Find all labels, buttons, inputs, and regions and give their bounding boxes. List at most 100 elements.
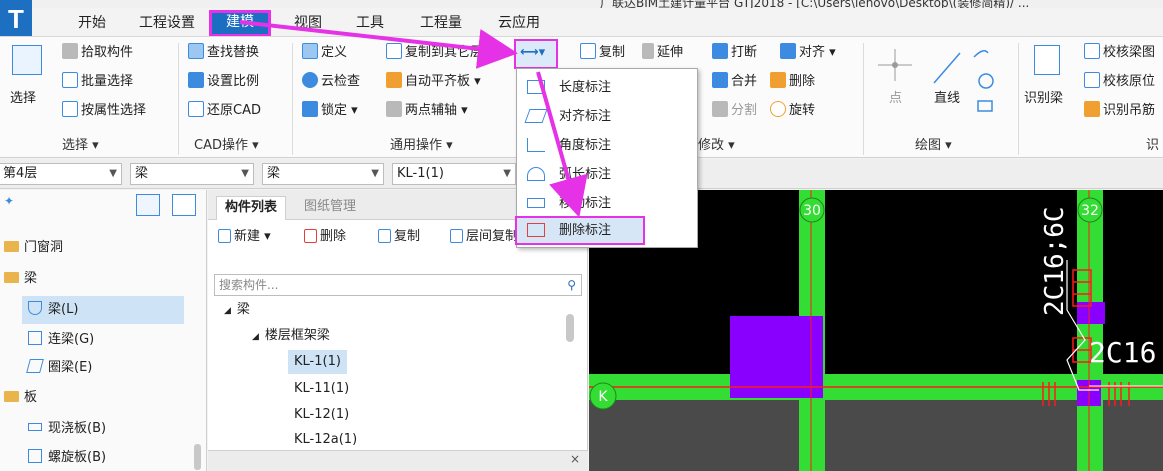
tree-item-slab[interactable]: 板 bbox=[0, 384, 207, 412]
search-icon[interactable]: ⚲ bbox=[567, 275, 576, 295]
app-logo[interactable]: T bbox=[0, 0, 32, 40]
menu-tab-start[interactable]: 开始 bbox=[72, 11, 112, 35]
restore-cad-button[interactable]: 还原CAD bbox=[188, 99, 261, 123]
cloud-check-button[interactable]: 云检查 bbox=[302, 70, 360, 94]
pick-component-button[interactable]: 拾取构件 bbox=[62, 41, 133, 65]
floor-area bbox=[589, 400, 1163, 471]
align-slab-icon bbox=[386, 72, 402, 88]
title-bar: 广联达BIM土建计量平台 GTJ2018 - [C:\Users\lenovo\… bbox=[0, 0, 1163, 8]
define-button[interactable]: 定义 bbox=[302, 41, 347, 65]
component-item[interactable]: KL-1(1) bbox=[288, 350, 347, 374]
delete-button[interactable]: 删除 bbox=[770, 70, 815, 94]
hanger-icon bbox=[1084, 101, 1100, 117]
tree-item-spiral-slab[interactable]: 螺旋板(B) bbox=[28, 444, 188, 471]
menu-tab-project-settings[interactable]: 工程设置 bbox=[132, 11, 202, 35]
split-button[interactable]: 分割 bbox=[712, 99, 757, 123]
recognize-group-label[interactable]: 识 bbox=[1146, 134, 1159, 153]
cad-group-label[interactable]: CAD操作 ▾ bbox=[194, 134, 259, 153]
floor-select[interactable]: 第4层 ▼ bbox=[0, 163, 122, 185]
find-replace-button[interactable]: 查找替换 bbox=[188, 41, 259, 65]
ribbon-separator bbox=[863, 43, 864, 155]
search-input[interactable]: 搜索构件... ⚲ bbox=[214, 274, 582, 296]
recognize-hanger-button[interactable]: 识别吊筋 bbox=[1084, 99, 1155, 123]
component-type-tree: ✦ 门窗洞 梁 梁(L) 连梁(G) 圈梁(E) 板 现浇板(B) 螺旋板(B) bbox=[0, 190, 207, 471]
find-replace-icon bbox=[188, 43, 204, 59]
pin-icon[interactable]: ✦ bbox=[4, 194, 14, 208]
menu-tab-tools[interactable]: 工具 bbox=[350, 11, 390, 35]
menu-tab-cloud[interactable]: 云应用 bbox=[491, 11, 547, 35]
menu-tab-quantities[interactable]: 工程量 bbox=[413, 11, 469, 35]
collapse-icon[interactable]: ◢ bbox=[224, 306, 231, 316]
property-panel-header: × bbox=[208, 450, 588, 471]
list-view-icon[interactable] bbox=[136, 194, 160, 216]
batch-select-button[interactable]: 批量选择 bbox=[62, 70, 133, 94]
cast-slab-icon bbox=[28, 423, 42, 431]
collapse-icon[interactable]: ◢ bbox=[252, 332, 259, 342]
menu-item-angle-dimension[interactable]: 角度标注 bbox=[517, 131, 697, 160]
menu-item-length-dimension[interactable]: 长度标注 bbox=[517, 73, 697, 102]
common-group-label[interactable]: 通用操作 ▾ bbox=[390, 134, 453, 153]
auto-align-slab-button[interactable]: 自动平齐板 ▾ bbox=[386, 70, 481, 94]
component-list-scrollbar[interactable] bbox=[566, 314, 574, 342]
check-in-situ-button[interactable]: 校核原位 bbox=[1084, 70, 1155, 94]
point-button[interactable]: 点 bbox=[889, 87, 902, 111]
delete-component-button[interactable]: 删除 bbox=[304, 226, 346, 248]
copy-to-other-floor-button[interactable]: 复制到其它层 ▾ bbox=[386, 41, 494, 65]
tree-scrollbar[interactable] bbox=[194, 444, 201, 470]
check-beam-drawing-button[interactable]: 校核梁图 bbox=[1084, 41, 1155, 65]
component-item[interactable]: KL-12(1) bbox=[294, 403, 349, 427]
select-group-label[interactable]: 选择 ▾ bbox=[62, 134, 99, 153]
menu-item-aligned-dimension[interactable]: 对齐标注 bbox=[517, 102, 697, 131]
recognize-beam-button[interactable]: 识别梁 bbox=[1024, 87, 1063, 111]
lock-button[interactable]: 锁定 ▾ bbox=[302, 99, 358, 123]
category-select[interactable]: 梁 ▼ bbox=[130, 163, 254, 185]
close-icon[interactable]: × bbox=[570, 452, 580, 466]
line-button[interactable]: 直线 bbox=[934, 87, 960, 111]
menu-tab-modeling[interactable]: 建模 bbox=[209, 10, 271, 37]
copy-component-button[interactable]: 复制 bbox=[378, 226, 420, 248]
modify-group-label[interactable]: 修改 ▾ bbox=[698, 134, 735, 153]
select-by-attribute-button[interactable]: 按属性选择 bbox=[62, 99, 146, 123]
extend-button[interactable]: 延伸 bbox=[642, 41, 683, 65]
component-tree-root[interactable]: ◢ 梁 bbox=[224, 298, 250, 322]
delete-icon bbox=[770, 72, 786, 88]
menu-item-delete-dimension[interactable]: 删除标注 bbox=[515, 216, 645, 245]
tab-drawing-management[interactable]: 图纸管理 bbox=[296, 196, 364, 220]
tree-item-cast-slab[interactable]: 现浇板(B) bbox=[28, 415, 188, 443]
tree-item-beam[interactable]: 梁 bbox=[0, 265, 207, 293]
component-item[interactable]: KL-12a(1) bbox=[294, 428, 357, 448]
break-button[interactable]: 打断 bbox=[712, 41, 757, 65]
copy-between-floors-button[interactable]: 层间复制 bbox=[450, 226, 518, 248]
type-select[interactable]: 梁 ▼ bbox=[262, 163, 384, 185]
scale-icon bbox=[188, 72, 204, 88]
tab-component-list[interactable]: 构件列表 bbox=[216, 196, 287, 220]
tree-item-coupling-beam[interactable]: 连梁(G) bbox=[28, 326, 188, 354]
menu-item-move-dimension[interactable]: 移动标注 bbox=[517, 189, 697, 218]
dimension-dropdown-button[interactable]: ⟷▾ bbox=[514, 39, 558, 69]
tree-item-door-window[interactable]: 门窗洞 bbox=[0, 234, 207, 262]
draw-group-label[interactable]: 绘图 ▾ bbox=[915, 134, 952, 153]
menu-item-arc-dimension[interactable]: 弧长标注 bbox=[517, 160, 697, 189]
tree-item-ring-beam[interactable]: 圈梁(E) bbox=[26, 354, 188, 382]
component-select[interactable]: KL-1(1) ▼ bbox=[392, 163, 516, 185]
align-button[interactable]: 对齐 ▾ bbox=[780, 41, 836, 65]
grid-view-icon[interactable] bbox=[172, 194, 196, 216]
two-point-axis-button[interactable]: 两点辅轴 ▾ bbox=[386, 99, 468, 123]
component-tree-frame-beam[interactable]: ◢ 楼层框架梁 bbox=[252, 324, 330, 348]
copy-floor-icon bbox=[386, 43, 402, 59]
rebar-annotation: 2C16;6C bbox=[1040, 206, 1070, 316]
extend-icon bbox=[642, 43, 654, 59]
new-component-button[interactable]: 新建 ▾ bbox=[218, 226, 271, 248]
component-item[interactable]: KL-11(1) bbox=[294, 377, 349, 401]
recognize-beam-icon bbox=[1034, 45, 1060, 75]
set-scale-button[interactable]: 设置比例 bbox=[188, 70, 259, 94]
axis-label: K bbox=[598, 389, 608, 405]
copy-button[interactable]: 复制 bbox=[580, 41, 625, 65]
rebar-annotation: 2C16 bbox=[1089, 336, 1156, 369]
arc-dimension-icon bbox=[527, 167, 545, 181]
select-button[interactable]: 选择 bbox=[10, 87, 36, 111]
merge-button[interactable]: 合并 bbox=[712, 70, 757, 94]
rotate-button[interactable]: 旋转 bbox=[770, 99, 815, 123]
tree-item-beam-l[interactable]: 梁(L) bbox=[22, 296, 184, 324]
menu-tab-view[interactable]: 视图 bbox=[288, 11, 328, 35]
